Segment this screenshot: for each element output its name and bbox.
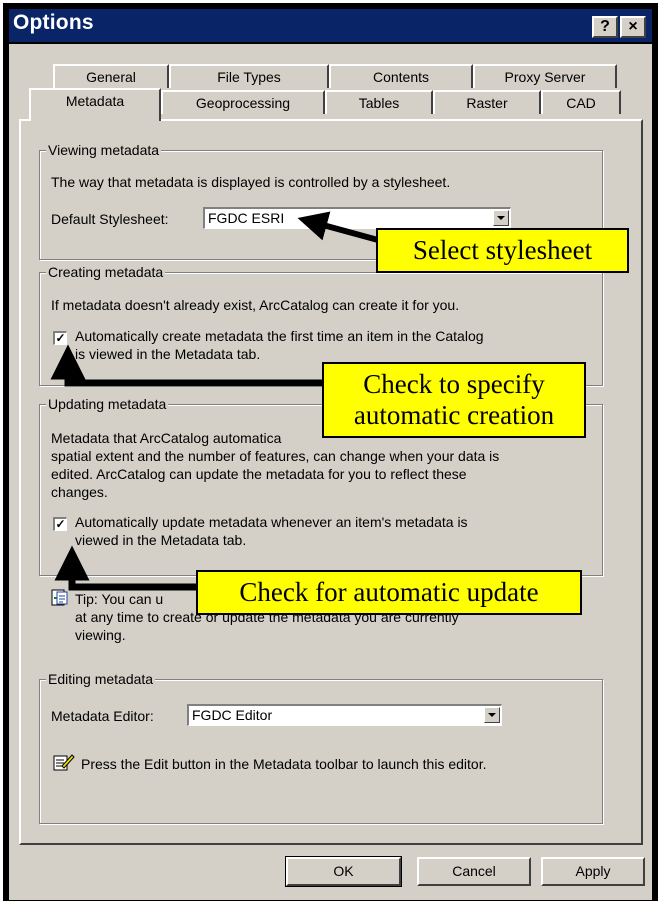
annotation-arrows <box>50 211 379 591</box>
stylesheet-arrow <box>297 211 379 243</box>
callout-automatic-update: Check for automatic update <box>196 570 582 615</box>
callout-automatic-creation: Check to specify automatic creation <box>322 362 586 438</box>
creation-arrow <box>50 344 322 387</box>
update-arrow <box>54 545 196 591</box>
callout-creation-line-1: Check to specify <box>363 369 545 399</box>
callout-creation-line-2: automatic creation <box>353 400 555 430</box>
callout-select-stylesheet: Select stylesheet <box>376 228 629 273</box>
